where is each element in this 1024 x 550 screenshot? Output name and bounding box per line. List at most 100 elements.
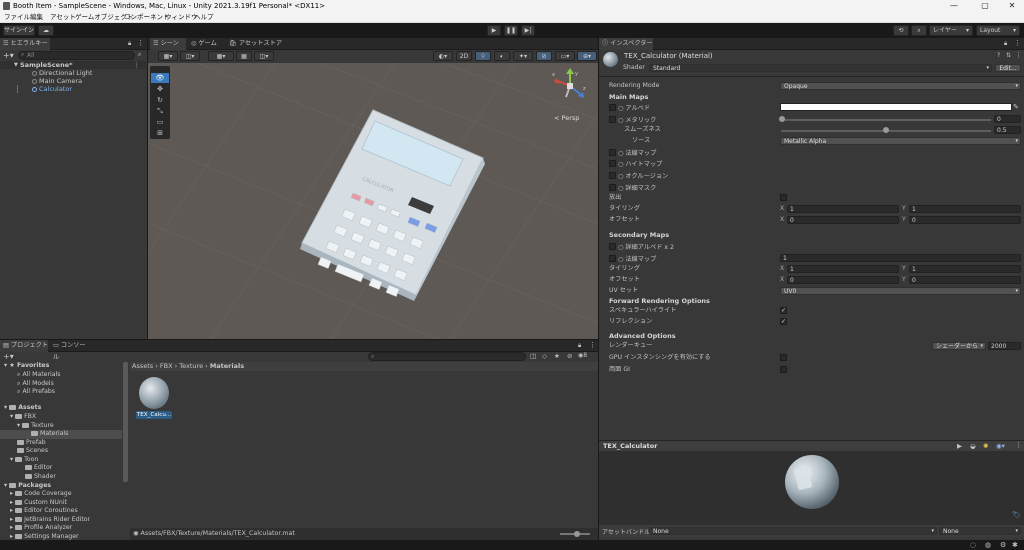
folder-prefab[interactable]: Prefab [17, 439, 46, 448]
audio-toggle-icon[interactable]: 🔈︎ [494, 51, 510, 61]
reflections-checkbox[interactable]: ✓ [780, 318, 787, 325]
folder-fbx[interactable]: ▾ FBX [10, 413, 36, 422]
cloud-icon[interactable]: ☁ [38, 25, 54, 36]
scene-viewport[interactable]: CALCULATOR 👁︎ ✥ ↻ ⤡ ▭ ⊞ y x z < Persp [148, 63, 598, 339]
offset2-y-field[interactable]: 0 [909, 276, 1021, 284]
lock-icon[interactable]: 🔒︎ [1004, 40, 1007, 48]
layers-dropdown[interactable]: レイヤー ▾ [929, 25, 973, 36]
preview-light-icon[interactable]: ✺ [983, 442, 988, 450]
help-icon[interactable]: ? [997, 52, 1000, 59]
transform-tool-icon[interactable]: ⊞ [151, 128, 169, 138]
hierarchy-item-main-camera[interactable]: Main Camera [0, 77, 146, 85]
move-tool-icon[interactable]: ✥ [151, 84, 169, 94]
search-by-label-icon[interactable]: ◇ [542, 352, 547, 360]
grid-snapping-dropdown[interactable]: ▦▾ [208, 51, 234, 61]
close-icon[interactable]: ✕ [1002, 0, 1022, 12]
tab-scene[interactable]: ☰ シーン [150, 38, 186, 50]
preview-shape-icon[interactable]: ◒ [970, 442, 976, 450]
double-sided-gi-checkbox[interactable] [780, 366, 787, 373]
search-options-icon[interactable]: ⌕ [138, 51, 141, 59]
tab-asset-store[interactable]: 🛍︎ アセットストア [226, 38, 286, 50]
scene-row[interactable]: ▼ SampleScene* ⋮ [0, 61, 146, 69]
menu-help[interactable]: ヘルプ [194, 12, 214, 23]
rendering-mode-dropdown[interactable]: Opaque ▾ [780, 82, 1021, 90]
tiling-x-field[interactable]: 1 [787, 205, 899, 213]
tab-hierarchy[interactable]: ☰ ヒエラルキー [0, 38, 50, 50]
rect-tool-icon[interactable]: ▭ [151, 117, 169, 127]
debug-mode-icon[interactable]: ⚙ [1000, 541, 1006, 549]
shader-edit-button[interactable]: Edit... [995, 64, 1021, 72]
label-tag-icon[interactable]: 🏷︎ [1012, 511, 1021, 519]
render-queue-field[interactable]: 2000 [988, 342, 1021, 350]
more-icon[interactable]: ⋮ [1015, 441, 1022, 449]
calculator-model[interactable]: CALCULATOR [148, 63, 598, 339]
tab-project[interactable]: ▤ プロジェクト [0, 340, 48, 352]
pivot-dropdown[interactable]: ◫▾ [180, 51, 200, 61]
tab-console[interactable]: ▭ コンソール [50, 340, 90, 361]
menu-assets[interactable]: アセット [50, 12, 76, 23]
search-icon[interactable]: ⌕ [911, 25, 927, 36]
texture-slot[interactable] [609, 116, 616, 123]
texture-slot[interactable] [609, 104, 616, 111]
tiling-y-field[interactable]: 1 [909, 205, 1021, 213]
shading-mode-dropdown[interactable]: ◐▾ [433, 51, 453, 61]
texture-slot[interactable] [609, 243, 616, 250]
offset2-x-field[interactable]: 0 [787, 276, 899, 284]
favorite-all-models[interactable]: ⌕ All Models [17, 380, 54, 389]
uv-set-dropdown[interactable]: UV0 ▾ [780, 287, 1021, 295]
albedo-color-field[interactable] [780, 103, 1012, 111]
metallic-value-field[interactable]: 0 [994, 115, 1021, 123]
maximize-icon[interactable]: ▢ [975, 0, 995, 12]
tiling2-x-field[interactable]: 1 [787, 265, 899, 273]
view-tool-icon[interactable]: 👁︎ [151, 73, 169, 83]
signin-button[interactable]: サインイン [3, 25, 35, 36]
more-icon[interactable]: ⋮ [1015, 51, 1022, 59]
cache-icon[interactable]: ◍ [985, 541, 991, 549]
folder-editor[interactable]: Editor [25, 464, 52, 473]
gizmos-dropdown[interactable]: ⊕▾ [577, 51, 597, 61]
hierarchy-search-input[interactable]: All [18, 51, 135, 60]
folder-texture[interactable]: ▾ Texture [17, 422, 54, 431]
package-settings-manager[interactable]: ▸ Settings Manager [10, 533, 79, 541]
pause-button[interactable]: ❚❚ [504, 25, 518, 36]
add-icon[interactable]: +▾ [3, 51, 14, 60]
menu-window[interactable]: ウィンドウ [165, 12, 198, 23]
search-by-type-icon[interactable]: ◫ [530, 352, 536, 360]
texture-slot[interactable] [609, 160, 616, 167]
effects-dropdown[interactable]: ✦▾ [513, 51, 533, 61]
asset-bundle-dropdown[interactable]: None ▾ [649, 527, 937, 535]
saved-search-icon[interactable]: ★ [554, 352, 560, 360]
draw-mode-dropdown[interactable]: ▦▾ [158, 51, 178, 61]
offset-y-field[interactable]: 0 [909, 216, 1021, 224]
asset-tex-calculator[interactable]: TEX_Calcu... [136, 377, 172, 421]
smoothness-value-field[interactable]: 0.5 [994, 126, 1021, 134]
folder-scenes[interactable]: Scenes [17, 447, 48, 456]
tab-game[interactable]: ◎ ゲーム [188, 38, 224, 50]
source-dropdown[interactable]: Metallic Alpha ▾ [780, 137, 1021, 145]
more-icon[interactable]: ⋮ [1014, 39, 1021, 47]
minimize-icon[interactable]: — [944, 0, 964, 12]
tiling2-y-field[interactable]: 1 [909, 265, 1021, 273]
scene-gizmo[interactable]: y x z [550, 66, 590, 116]
hidden-packages-icon[interactable]: ⊘ [567, 352, 572, 360]
play-button[interactable]: ▶ [487, 25, 501, 36]
hierarchy-item-directional-light[interactable]: Directional Light [0, 69, 146, 77]
tab-inspector[interactable]: ⓘ インスペクター [599, 38, 653, 50]
menu-edit[interactable]: 編集 [30, 12, 43, 23]
step-button[interactable]: ▶| [521, 25, 535, 36]
package-profile-analyzer[interactable]: ▸ Profile Analyzer [10, 524, 72, 533]
project-search-input[interactable]: ⌕ [368, 352, 526, 361]
hidden-objects-toggle-icon[interactable]: ⊘ [536, 51, 552, 61]
tree-scrollbar[interactable] [123, 362, 128, 482]
rotate-tool-icon[interactable]: ↻ [151, 95, 169, 105]
emission-checkbox[interactable] [780, 194, 787, 201]
favorites-header[interactable]: ▾ ★ Favorites [4, 362, 49, 371]
lock-icon[interactable]: 🔒︎ [128, 40, 131, 48]
history-icon[interactable]: ⟲ [893, 25, 909, 36]
breadcrumb-item[interactable]: FBX [160, 362, 173, 370]
eyedropper-icon[interactable]: ✎ [1013, 103, 1019, 111]
preview-bg-icon[interactable]: ◉▾ [996, 442, 1005, 450]
preset-icon[interactable]: ⇅ [1006, 52, 1011, 59]
breadcrumb-item[interactable]: Assets [132, 362, 153, 370]
more-icon[interactable]: ⋮ [589, 341, 596, 349]
